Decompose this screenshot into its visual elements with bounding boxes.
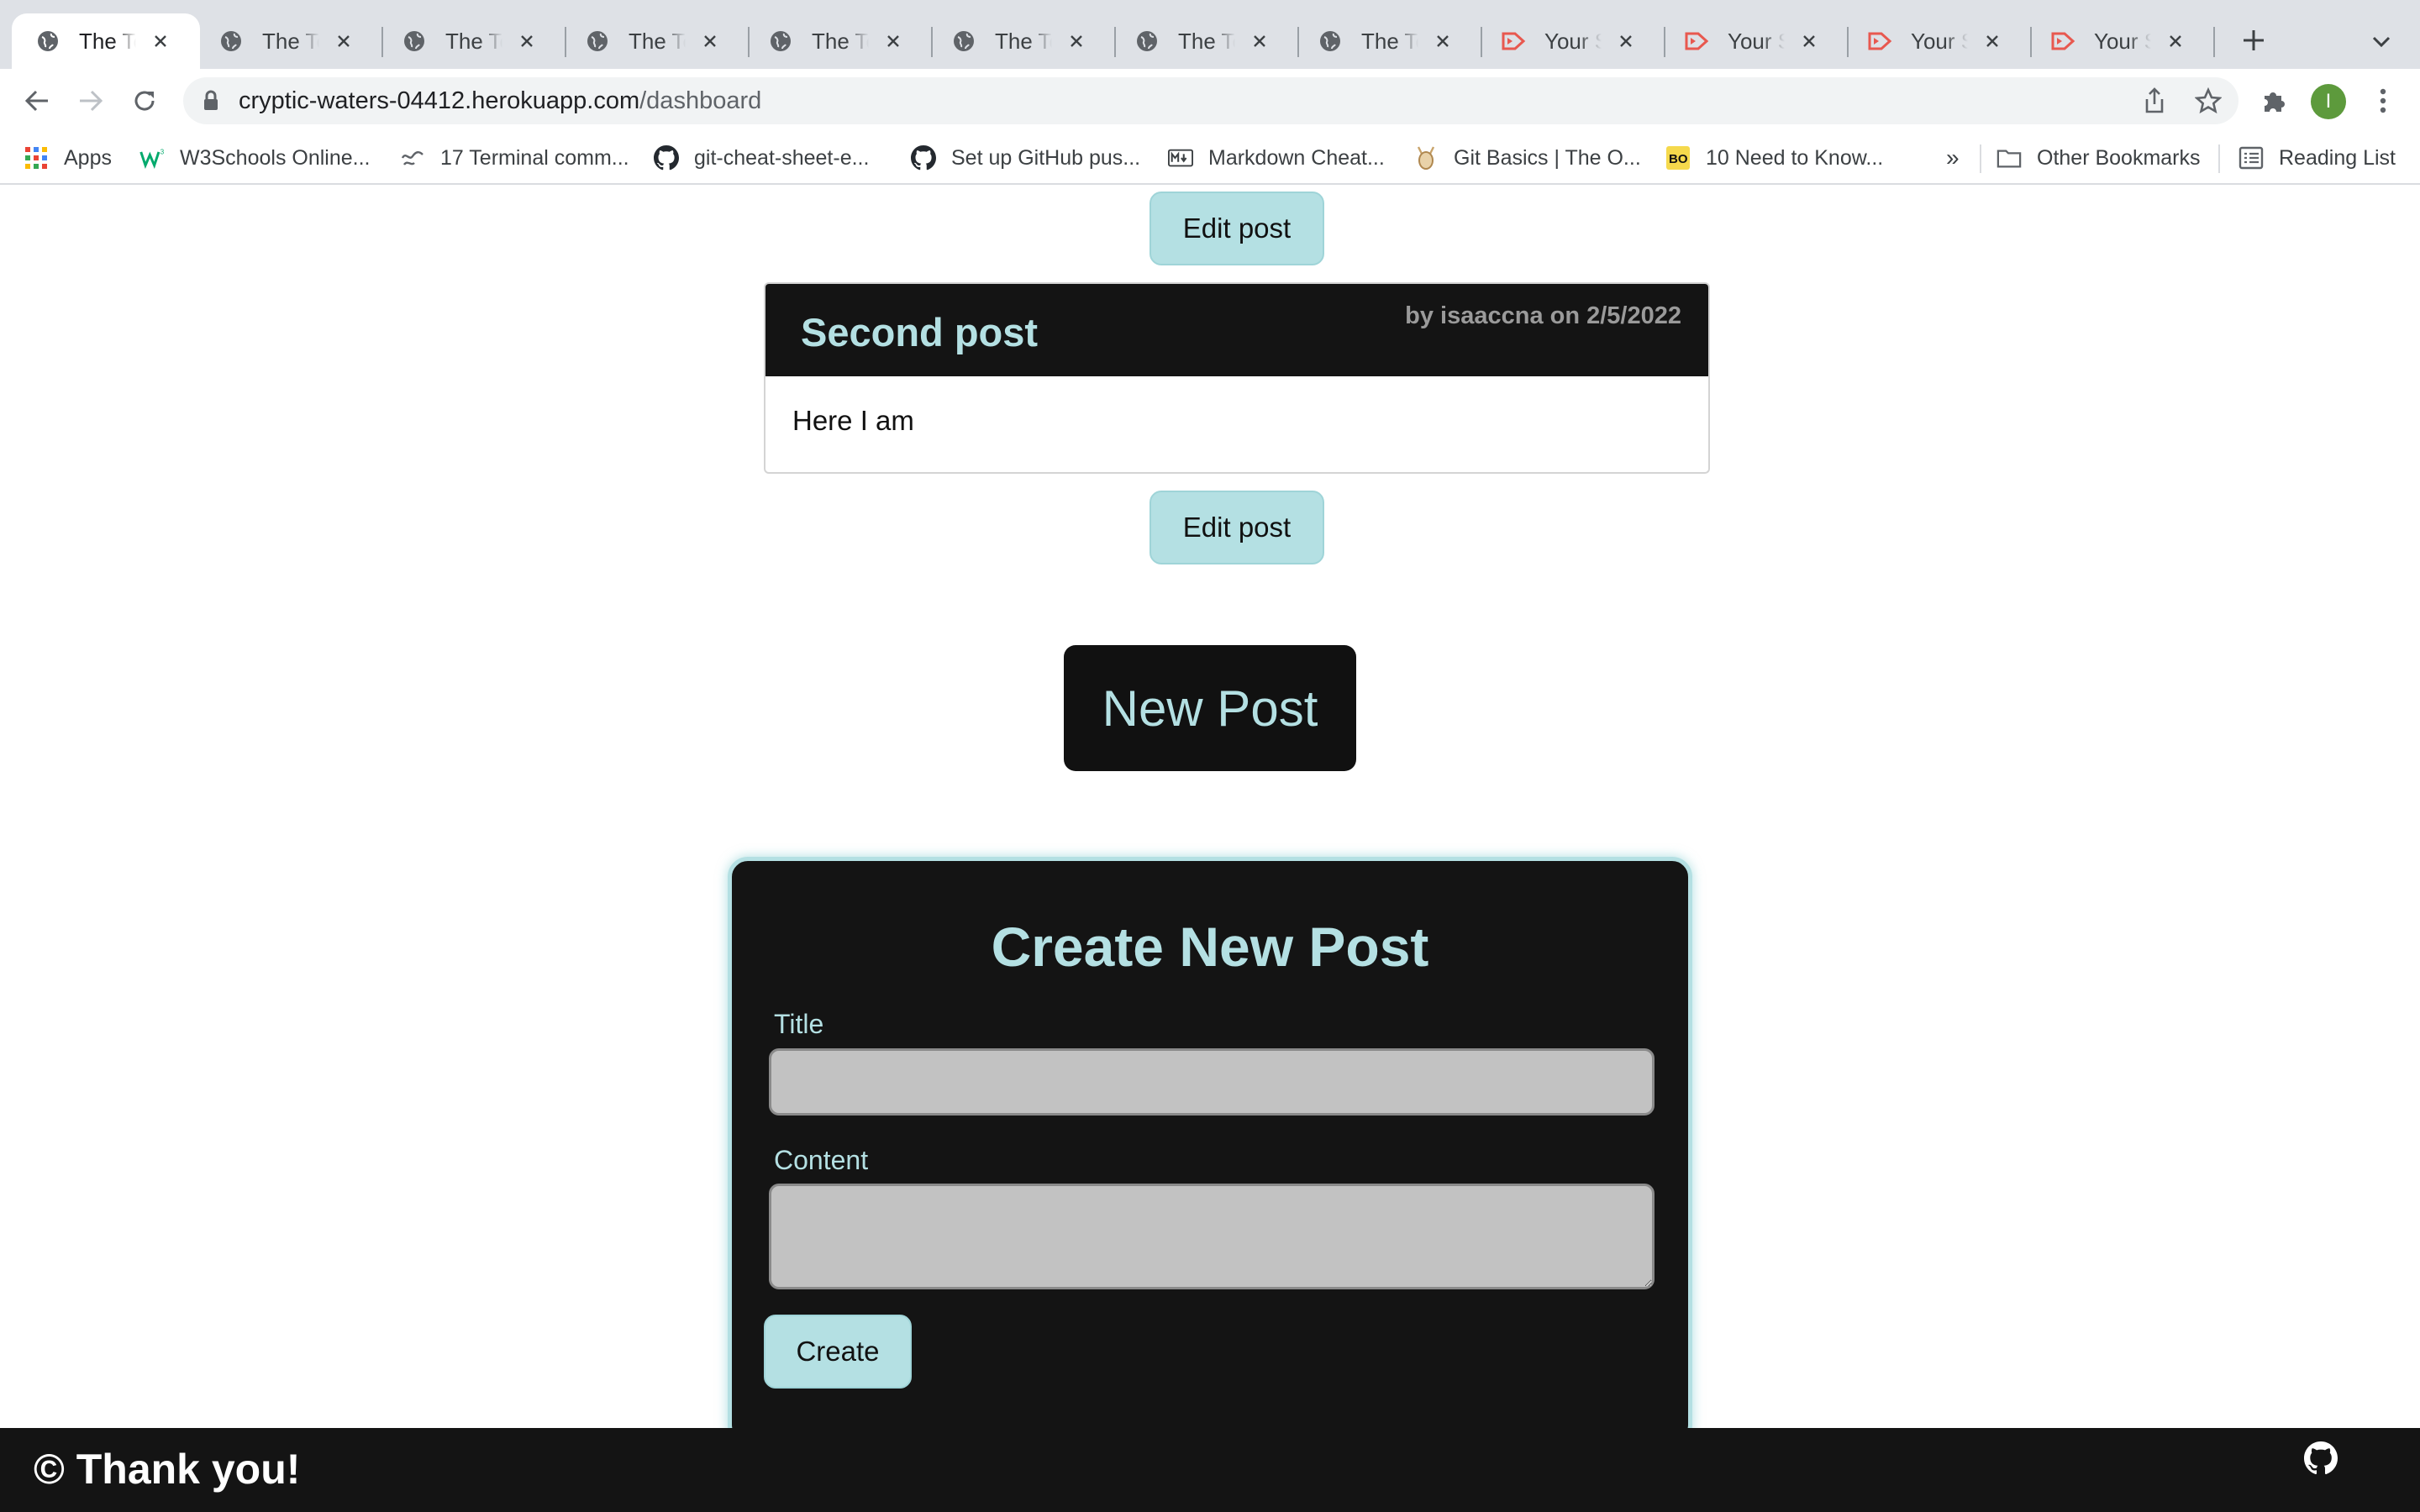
url-host: cryptic-waters-04412.herokuapp.com [239,87,640,114]
create-button[interactable]: Create [764,1315,912,1389]
post-body: Here I am [792,405,914,436]
share-icon[interactable] [2138,84,2171,118]
new-tab-button[interactable] [2235,22,2272,59]
edit-post-button[interactable]: Edit post [1150,491,1324,564]
page-content: Edit post Second post by isaaccna on 2/5… [0,185,2420,1428]
browser-tab[interactable]: Your Screencastify [1477,13,1660,69]
other-bookmarks[interactable]: Other Bookmarks [1996,141,2201,175]
footer: © Thank you! [0,1428,2420,1512]
apps-grid-icon [24,145,49,171]
browser-tab[interactable]: The Tech Blog [195,13,378,69]
browser-tab[interactable]: The Tech Blog [744,13,928,69]
globe-icon [951,29,976,54]
svg-text:BO: BO [1669,152,1688,166]
back-button[interactable] [18,82,55,119]
url-path: /dashboard [639,87,762,114]
terminal-icon [400,145,425,171]
tab-strip: The Tech Blog The Tech Blog The Tech Blo… [0,0,2420,69]
browser-tab[interactable]: Your Screencastify [2027,13,2210,69]
browser-tab[interactable]: Your Screencastify [1660,13,1844,69]
bookmark-apps[interactable]: Apps [24,141,112,175]
post-title: Second post [801,310,1039,354]
menu-dots-icon[interactable] [2365,82,2402,119]
close-icon[interactable] [1247,29,1272,54]
post-header: Second post by isaaccna on 2/5/2022 [765,284,1708,376]
footer-text: © Thank you! [34,1446,301,1493]
avatar[interactable]: I [2311,84,2346,119]
folder-icon [1996,145,2022,171]
github-icon [654,145,679,171]
close-icon[interactable] [697,29,723,54]
odin-icon [1413,145,1439,171]
extensions-icon[interactable] [2255,82,2292,119]
reading-list[interactable]: Reading List [2238,141,2396,175]
globe-icon [1134,29,1160,54]
globe-icon [218,29,244,54]
close-icon[interactable] [1613,29,1639,54]
title-input[interactable] [769,1048,1655,1116]
lock-icon[interactable] [200,88,222,113]
close-icon[interactable] [881,29,906,54]
markdown-icon [1168,145,1193,171]
bookmark-github-setup[interactable]: Set up GitHub pus... [911,141,1140,175]
browser-tab[interactable]: The Tech Blog [1111,13,1294,69]
globe-icon [35,29,60,54]
post-meta: by isaaccna on 2/5/2022 [1405,302,1681,329]
close-icon[interactable] [1797,29,1822,54]
bookmarks-bar: Apps 3 W3Schools Online... 17 Terminal c… [0,133,2420,185]
chevron-down-icon[interactable] [2365,25,2398,59]
address-bar[interactable]: cryptic-waters-04412.herokuapp.com/dashb… [183,77,2238,124]
github-icon[interactable] [2304,1441,2338,1475]
globe-icon [402,29,427,54]
browser-tab[interactable]: The Tech Blog [928,13,1111,69]
screencastify-icon [2050,29,2075,54]
browser-tab[interactable]: The Tech Blog [561,13,744,69]
browser-tab[interactable]: The Tech Blog [378,13,561,69]
close-icon[interactable] [514,29,539,54]
browser-tab[interactable]: Your Screencastify [1844,13,2027,69]
svg-text:3: 3 [160,149,165,156]
close-icon[interactable] [331,29,356,54]
bookmark-git-basics[interactable]: Git Basics | The O... [1413,141,1641,175]
globe-icon [768,29,793,54]
edit-post-button[interactable]: Edit post [1150,192,1324,265]
create-post-form: Create New Post Title Content Create [728,857,1692,1428]
bookmark-git-cheat-sheet[interactable]: git-cheat-sheet-e... [654,141,869,175]
new-post-button[interactable]: New Post [1064,645,1356,771]
github-icon [911,145,936,171]
content-textarea[interactable] [769,1184,1655,1289]
close-icon[interactable] [148,29,173,54]
close-icon[interactable] [1430,29,1455,54]
screencastify-icon [1684,29,1709,54]
title-label: Title [774,1009,824,1039]
form-title: Create New Post [991,916,1429,978]
screencastify-icon [1501,29,1526,54]
globe-icon [585,29,610,54]
reload-button[interactable] [126,82,163,119]
bookmark-terminal[interactable]: 17 Terminal comm... [400,141,629,175]
bookmark-markdown[interactable]: Markdown Cheat... [1168,141,1385,175]
w3schools-icon: 3 [139,145,165,171]
post-card: Second post by isaaccna on 2/5/2022 Here… [764,282,1710,474]
globe-icon [1318,29,1343,54]
close-icon[interactable] [1064,29,1089,54]
forward-button[interactable] [72,82,109,119]
bookmark-bo[interactable]: BO 10 Need to Know... [1665,141,1883,175]
content-label: Content [774,1145,869,1175]
bo-icon: BO [1665,145,1691,171]
browser-tab[interactable]: The Tech Blog [12,13,200,69]
bookmarks-overflow-button[interactable]: » [1946,141,1960,175]
url-text: cryptic-waters-04412.herokuapp.com/dashb… [239,87,761,115]
reading-list-icon [2238,145,2264,171]
star-icon[interactable] [2191,84,2225,118]
browser-toolbar: cryptic-waters-04412.herokuapp.com/dashb… [0,69,2420,133]
screencastify-icon [1867,29,1892,54]
close-icon[interactable] [2163,29,2188,54]
bookmark-w3schools[interactable]: 3 W3Schools Online... [139,141,371,175]
close-icon[interactable] [1980,29,2005,54]
browser-tab[interactable]: The Tech Blog [1294,13,1477,69]
